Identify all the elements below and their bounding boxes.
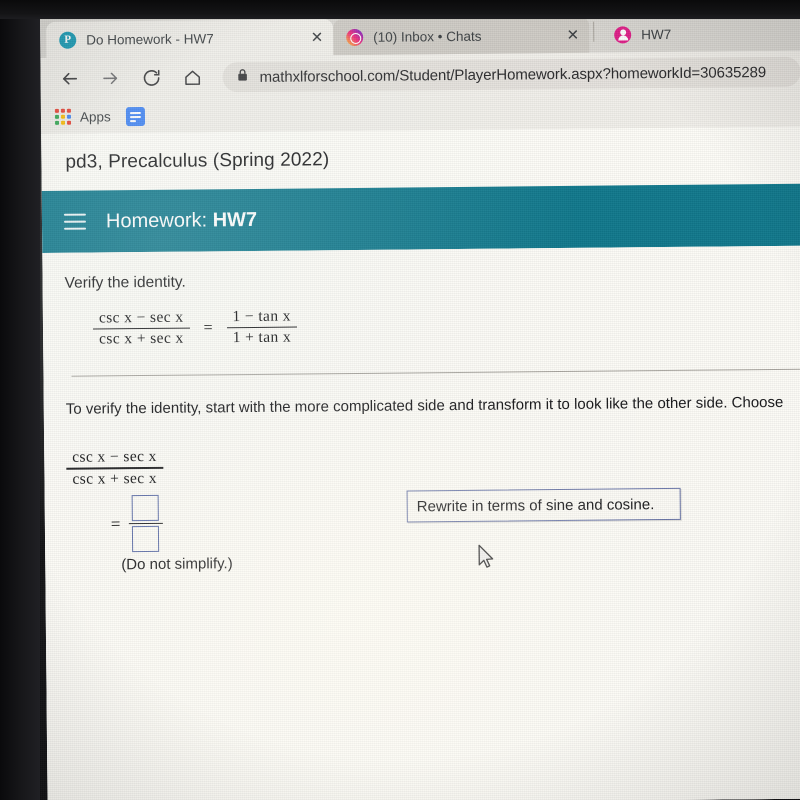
monitor-bezel-top	[0, 0, 800, 19]
browser-tab-do-homework[interactable]: P Do Homework - HW7 ✕	[46, 19, 334, 58]
contact-card-icon	[614, 25, 632, 43]
browser-tab-hw7[interactable]: HW7	[596, 15, 726, 52]
answer-fraction	[128, 494, 163, 553]
hamburger-menu-icon[interactable]	[63, 213, 87, 231]
mouse-pointer-icon	[477, 544, 495, 570]
url-text: mathxlforschool.com/Student/PlayerHomewo…	[259, 63, 767, 86]
address-bar[interactable]: mathxlforschool.com/Student/PlayerHomewo…	[222, 56, 800, 93]
tab-title: (10) Inbox • Chats	[373, 28, 482, 45]
tab-divider	[593, 21, 595, 42]
course-title: pd3, Precalculus (Spring 2022)	[65, 148, 330, 173]
photo-of-screen: P Do Homework - HW7 ✕ (10) Inbox • Chats…	[0, 0, 800, 800]
work-denominator: csc x + sec x	[72, 469, 158, 488]
bookmark-apps-label[interactable]: Apps	[80, 109, 111, 124]
apps-grid-icon[interactable]	[54, 108, 72, 125]
section-divider	[71, 368, 800, 378]
work-area: csc x − sec x csc x + sec x = (Do not si…	[66, 441, 800, 574]
identity-lhs-numerator: csc x − sec x	[98, 308, 184, 327]
forward-arrow-icon[interactable]	[95, 63, 125, 93]
instagram-icon	[346, 28, 364, 46]
homework-assignment: HW7	[212, 208, 258, 231]
identity-rhs-numerator: 1 − tan x	[232, 307, 291, 326]
identity-rhs-denominator: 1 + tan x	[232, 328, 292, 347]
hint-text: Rewrite in terms of sine and cosine.	[416, 496, 655, 516]
hint-tooltip: Rewrite in terms of sine and cosine.	[406, 488, 681, 523]
identity-equation: csc x − sec x csc x + sec x = 1 − tan x …	[93, 302, 800, 350]
back-arrow-icon[interactable]	[54, 64, 84, 94]
identity-lhs-denominator: csc x + sec x	[99, 330, 184, 348]
answer-numerator-input[interactable]	[131, 494, 159, 522]
answer-fraction-bar	[128, 522, 163, 525]
monitor-bezel-left	[0, 0, 40, 800]
question-content: Verify the identity. csc x − sec x csc x…	[42, 245, 800, 800]
answer-equals: =	[110, 513, 121, 533]
blue-document-icon[interactable]	[125, 106, 145, 126]
answer-denominator-input[interactable]	[131, 526, 160, 553]
homework-label: Homework:	[105, 208, 213, 232]
homework-title: Homework: HW7	[106, 208, 257, 232]
work-expression-block: csc x − sec x csc x + sec x = (Do not si…	[66, 445, 367, 574]
screen-content: P Do Homework - HW7 ✕ (10) Inbox • Chats…	[40, 8, 800, 800]
do-not-simplify-note: (Do not simplify.)	[121, 555, 233, 574]
identity-lhs-fraction: csc x − sec x csc x + sec x	[93, 308, 190, 350]
work-numerator: csc x − sec x	[72, 448, 157, 467]
question-prompt: Verify the identity.	[64, 273, 186, 292]
work-fraction: csc x − sec x csc x + sec x	[66, 447, 163, 489]
lock-icon	[237, 68, 249, 87]
tab-title: HW7	[641, 26, 672, 42]
browser-tab-inbox-chats[interactable]: (10) Inbox • Chats ✕	[333, 16, 590, 56]
tab-close-icon[interactable]: ✕	[301, 29, 324, 46]
identity-equals: =	[203, 319, 213, 337]
verify-instruction: To verify the identity, start with the m…	[65, 394, 784, 419]
tab-title: Do Homework - HW7	[86, 30, 214, 48]
pearson-icon: P	[59, 31, 77, 49]
tab-close-icon[interactable]: ✕	[557, 26, 580, 43]
reload-icon[interactable]	[136, 63, 166, 93]
answer-row: =	[67, 493, 368, 553]
course-bar: pd3, Precalculus (Spring 2022)	[41, 126, 800, 191]
browser-toolbar: mathxlforschool.com/Student/PlayerHomewo…	[40, 50, 800, 100]
homework-header: Homework: HW7	[41, 183, 800, 253]
identity-rhs-fraction: 1 − tan x 1 + tan x	[226, 307, 297, 349]
home-icon[interactable]	[177, 62, 207, 92]
page-body: pd3, Precalculus (Spring 2022) Homework:…	[41, 126, 800, 800]
